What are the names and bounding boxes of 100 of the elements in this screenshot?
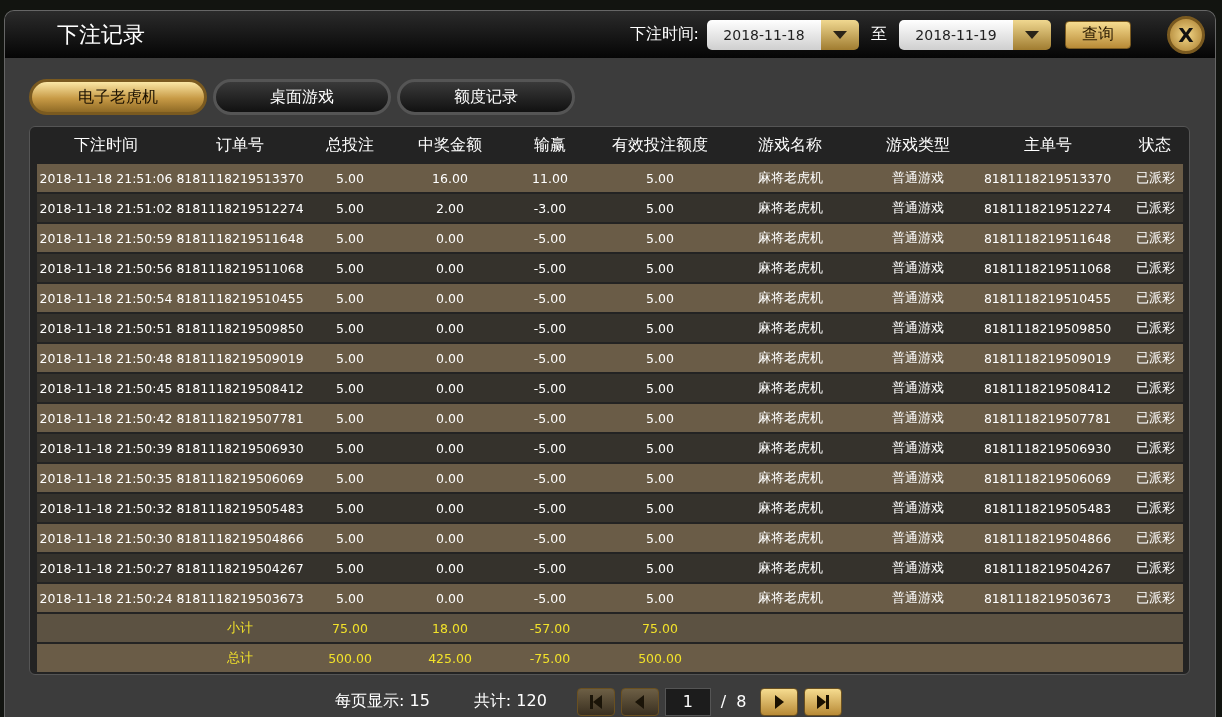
table-cell-text: -5.00 <box>532 560 568 576</box>
column-header: 下注时间 <box>73 135 139 157</box>
table-cell-text: 已派彩 <box>1134 229 1176 247</box>
table-cell-text: 5.00 <box>335 590 365 606</box>
table-cell-text: 5.00 <box>335 230 365 246</box>
table-cell-text: 已派彩 <box>1134 259 1176 277</box>
table-cell-text: 麻将老虎机 <box>756 349 824 367</box>
table-cell-text: 2018-11-18 21:50:56 <box>38 260 174 276</box>
table-cell-text: 麻将老虎机 <box>756 229 824 247</box>
tab[interactable]: 桌面游戏 <box>213 79 391 116</box>
table-cell-text: 普通游戏 <box>890 379 945 397</box>
summary-cell-text: -57.00 <box>528 620 572 636</box>
table-cell-text: 5.00 <box>335 500 365 516</box>
table-cell: 8181118219513370 <box>175 170 305 186</box>
table-cell-text: 麻将老虎机 <box>756 439 824 457</box>
summary-cell-text: -75.00 <box>528 650 572 666</box>
table-cell-text: 8181118219512274 <box>982 200 1113 216</box>
table-cell-text: 已派彩 <box>1134 499 1176 517</box>
table-cell-text: 已派彩 <box>1134 349 1176 367</box>
total-count: 共计: 120 <box>473 691 547 713</box>
table-cell-text: 已派彩 <box>1134 319 1176 337</box>
table-cell-text: -5.00 <box>532 500 568 516</box>
table-cell-text: 2018-11-18 21:50:59 <box>38 230 174 246</box>
table-cell-text: -5.00 <box>532 320 568 336</box>
table-cell-text: 0.00 <box>435 560 465 576</box>
column-header: 输赢 <box>533 135 567 157</box>
table-cell-text: 5.00 <box>335 200 365 216</box>
table-cell-text: 5.00 <box>645 500 675 516</box>
table-cell: 8181118219504267 <box>175 560 305 576</box>
table-cell-text: 普通游戏 <box>890 199 945 217</box>
table-cell-text: 2018-11-18 21:50:24 <box>38 590 174 606</box>
table-cell-text: 已派彩 <box>1134 289 1176 307</box>
table-cell-text: 0.00 <box>435 590 465 606</box>
column-header: 游戏名称 <box>757 135 823 157</box>
table-cell-text: 5.00 <box>335 350 365 366</box>
page-count: 8 <box>736 692 747 712</box>
table-cell-text: 麻将老虎机 <box>756 589 824 607</box>
last-page-button[interactable] <box>804 687 843 716</box>
table-cell: 8181118219511068 <box>175 260 305 276</box>
window-title: 下注记录 <box>57 20 146 49</box>
table-cell-text: 11.00 <box>531 170 569 186</box>
table-cell-text: 8181118219504866 <box>982 530 1113 546</box>
table-cell-text: 5.00 <box>645 320 675 336</box>
table-cell-text: 已派彩 <box>1134 469 1176 487</box>
table-cell-text: 5.00 <box>335 560 365 576</box>
table-cell-text: 5.00 <box>335 380 365 396</box>
table-cell-text: 麻将老虎机 <box>756 169 824 187</box>
summary-cell-text: 425.00 <box>427 650 473 666</box>
table-cell-text: 5.00 <box>335 290 365 306</box>
table-cell-text: 已派彩 <box>1134 409 1176 427</box>
table-cell-text: 2018-11-18 21:50:32 <box>38 500 174 516</box>
table-cell-text: 0.00 <box>435 380 465 396</box>
table-cell: 8181118219508412 <box>175 380 305 396</box>
table-cell: 8181118219506069 <box>175 470 305 486</box>
table-cell-text: 8181118219503673 <box>982 590 1113 606</box>
table-cell-text: 麻将老虎机 <box>756 319 824 337</box>
table-cell-text: 已派彩 <box>1134 169 1176 187</box>
table-cell-text: 5.00 <box>335 440 365 456</box>
next-page-button[interactable] <box>760 687 799 716</box>
table-cell-text: 2018-11-18 21:50:54 <box>38 290 174 306</box>
table-cell-text: 2018-11-18 21:50:27 <box>38 560 174 576</box>
table-cell-text: 麻将老虎机 <box>756 499 824 517</box>
table-cell-text: 普通游戏 <box>890 439 945 457</box>
tab[interactable]: 电子老虎机 <box>29 79 207 116</box>
column-header: 总投注 <box>325 135 375 157</box>
column-header: 订单号 <box>215 135 265 157</box>
summary-cell-text: 75.00 <box>331 620 369 636</box>
caret-icon <box>833 30 847 39</box>
summary-cell-text: 75.00 <box>641 620 679 636</box>
close-button[interactable]: X <box>1167 15 1205 54</box>
table-cell-text: 0.00 <box>435 500 465 516</box>
column-header: 中奖金额 <box>417 135 483 157</box>
table-cell-text: 麻将老虎机 <box>756 409 824 427</box>
query-button[interactable]: 查询 <box>1065 20 1131 49</box>
summary-cell-text: 500.00 <box>327 650 373 666</box>
caret-icon <box>1025 30 1039 39</box>
table-cell-text: 0.00 <box>435 260 465 276</box>
table-cell-text: 普通游戏 <box>890 349 945 367</box>
table-cell-text: 5.00 <box>645 440 675 456</box>
table-cell-text: 普通游戏 <box>890 289 945 307</box>
table-cell-text: 8181118219508412 <box>982 380 1113 396</box>
table-cell-text: -5.00 <box>532 380 568 396</box>
table-cell-text: 普通游戏 <box>890 499 945 517</box>
table-cell: 8181118219504866 <box>175 530 305 546</box>
table-cell: 8181118219510455 <box>175 290 305 306</box>
table-cell-text: 8181118219509019 <box>982 350 1113 366</box>
table-cell-text: 普通游戏 <box>890 229 945 247</box>
table-cell-text: 8181118219506069 <box>982 470 1113 486</box>
table-cell-text: -5.00 <box>532 470 568 486</box>
page-input[interactable]: 1 <box>664 687 711 716</box>
table-cell-text: 2018-11-18 21:50:35 <box>38 470 174 486</box>
table-cell-text: 5.00 <box>335 530 365 546</box>
table-cell-text: 5.00 <box>645 560 675 576</box>
tab[interactable]: 额度记录 <box>397 79 575 116</box>
table-cell-text: 2018-11-18 21:50:45 <box>38 380 174 396</box>
table-cell-text: 0.00 <box>435 320 465 336</box>
table-cell-text: 5.00 <box>335 470 365 486</box>
table-cell-text: 0.00 <box>435 410 465 426</box>
table-cell-text: 5.00 <box>645 350 675 366</box>
table-cell-text: 2018-11-18 21:51:06 <box>38 170 174 186</box>
